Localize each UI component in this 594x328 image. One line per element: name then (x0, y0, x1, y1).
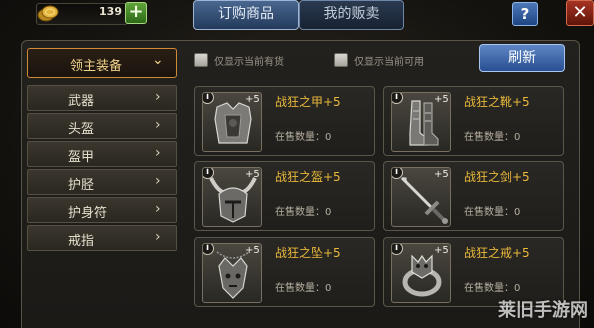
item-name: 战狂之靴+5 (464, 95, 530, 109)
tab-order-goods[interactable]: 订购商品 (193, 0, 299, 30)
help-button[interactable]: ? (512, 2, 538, 26)
filter-label: 仅显示当前可用 (354, 57, 424, 68)
chevron-right-icon: › (155, 117, 161, 133)
item-card[interactable]: i +5 战狂之甲+5 在售数量：0 (194, 86, 375, 156)
item-thumbnail: i +5 (202, 92, 262, 152)
sidebar-item-ring[interactable]: 戒指 › (27, 225, 177, 251)
gold-amount: 139 (99, 5, 122, 18)
sidebar-item-label: 盔甲 (68, 150, 95, 165)
sidebar-item-amulet[interactable]: 护身符 › (27, 197, 177, 223)
site-watermark: 莱旧手游网 (498, 300, 588, 321)
item-stock: 在售数量：0 (275, 132, 332, 143)
add-gold-button[interactable]: + (125, 2, 147, 24)
item-card[interactable]: i +5 战狂之剑+5 在售数量：0 (383, 161, 564, 231)
top-bar: 139 + 订购商品 我的贩卖 ? ✕ (0, 0, 594, 34)
sidebar-item-label: 武器 (68, 94, 95, 109)
category-dropdown-label: 领主装备 (70, 59, 123, 74)
item-name: 战狂之坠+5 (275, 246, 341, 260)
category-dropdown[interactable]: 领主装备 ⌄ (27, 48, 177, 78)
tab-my-sales[interactable]: 我的贩卖 (299, 0, 404, 30)
item-stock: 在售数量：0 (275, 283, 332, 294)
item-card[interactable]: i +5 战狂之坠+5 在售数量：0 (194, 237, 375, 307)
item-stock: 在售数量：0 (275, 207, 332, 218)
upgrade-badge: +5 (245, 245, 260, 256)
upgrade-badge: +5 (245, 169, 260, 180)
close-button[interactable]: ✕ (566, 0, 594, 26)
sidebar-item-greaves[interactable]: 护胫 › (27, 169, 177, 195)
item-stock: 在售数量：0 (464, 283, 521, 294)
chevron-down-icon: ⌄ (152, 52, 164, 68)
chevron-right-icon: › (155, 145, 161, 161)
item-thumbnail: i +5 (391, 243, 451, 303)
sidebar-item-label: 头盔 (68, 122, 95, 137)
item-name: 战狂之甲+5 (275, 95, 341, 109)
item-name: 战狂之戒+5 (464, 246, 530, 260)
sidebar-item-label: 戒指 (68, 234, 95, 249)
item-name: 战狂之剑+5 (464, 170, 530, 184)
gold-coin-icon (37, 5, 59, 22)
item-stock: 在售数量：0 (464, 132, 521, 143)
category-sidebar: 领主装备 ⌄ 武器 › 头盔 › 盔甲 › 护胫 › 护身符 › 戒指 › (27, 48, 177, 328)
sidebar-item-helmet[interactable]: 头盔 › (27, 113, 177, 139)
filter-label: 仅显示当前有货 (214, 57, 284, 68)
item-thumbnail: i +5 (391, 167, 451, 227)
chevron-right-icon: › (155, 201, 161, 217)
item-thumbnail: i +5 (202, 243, 262, 303)
sidebar-item-armor[interactable]: 盔甲 › (27, 141, 177, 167)
upgrade-badge: +5 (245, 94, 260, 105)
item-stock: 在售数量：0 (464, 207, 521, 218)
chevron-right-icon: › (155, 229, 161, 245)
upgrade-badge: +5 (434, 94, 449, 105)
item-thumbnail: i +5 (202, 167, 262, 227)
sidebar-item-label: 护身符 (68, 206, 108, 221)
sidebar-item-weapon[interactable]: 武器 › (27, 85, 177, 111)
item-card[interactable]: i +5 战狂之靴+5 在售数量：0 (383, 86, 564, 156)
refresh-button[interactable]: 刷新 (479, 44, 565, 72)
upgrade-badge: +5 (434, 169, 449, 180)
sidebar-item-label: 护胫 (68, 178, 95, 193)
in-stock-checkbox[interactable] (194, 53, 208, 67)
chevron-right-icon: › (155, 173, 161, 189)
usable-checkbox[interactable] (334, 53, 348, 67)
chevron-right-icon: › (155, 89, 161, 105)
item-thumbnail: i +5 (391, 92, 451, 152)
item-card[interactable]: i +5 战狂之盔+5 在售数量：0 (194, 161, 375, 231)
upgrade-badge: +5 (434, 245, 449, 256)
item-name: 战狂之盔+5 (275, 170, 341, 184)
